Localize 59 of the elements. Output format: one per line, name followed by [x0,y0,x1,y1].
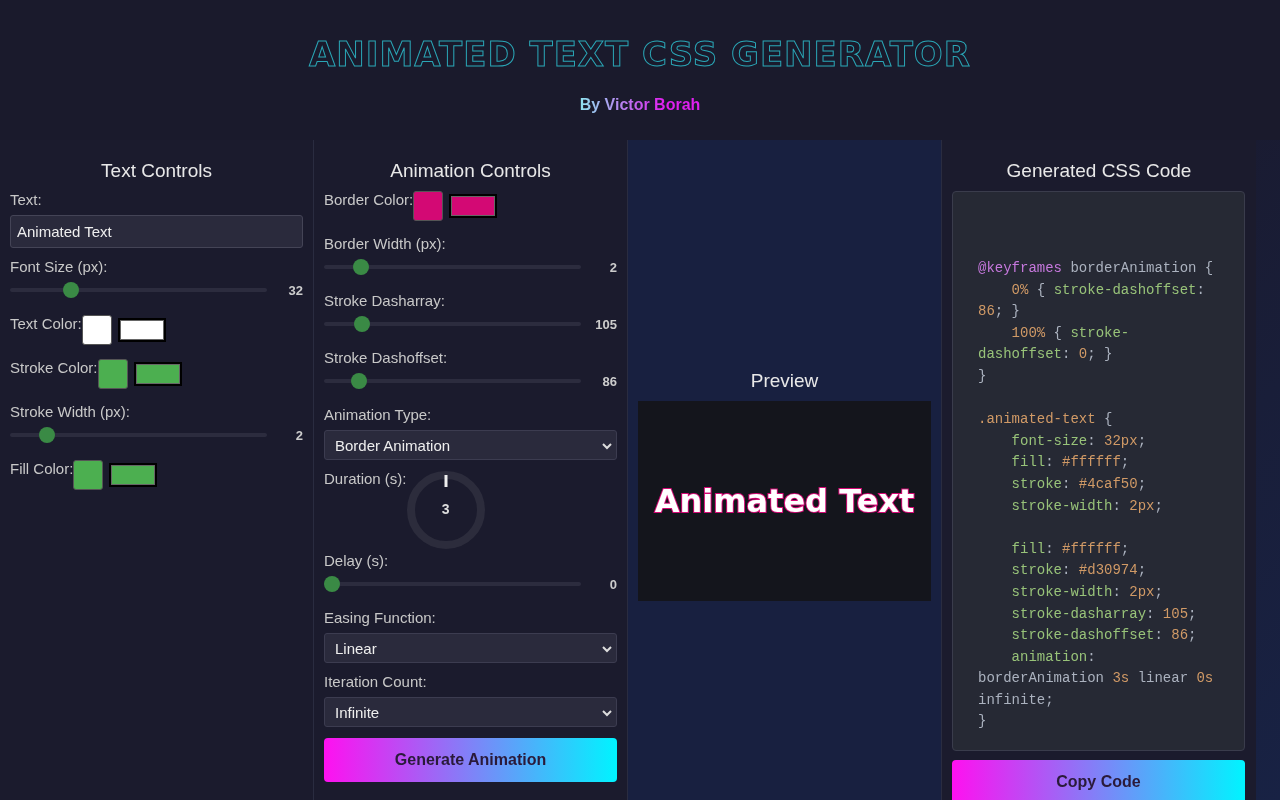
color-label: Fill Color: [10,460,74,477]
color-label: Border Color: [324,191,414,208]
slider-value: 86 [601,373,617,389]
slider-thumb[interactable] [324,576,340,592]
chevron-icon [601,709,613,717]
select-dropdown[interactable]: Linear [324,633,617,663]
slider-thumb[interactable] [38,427,55,443]
copy-button[interactable]: Copy Code [952,760,1245,800]
color-swatch[interactable] [413,191,444,221]
slider-label: Font Size (px): [10,258,109,275]
select-label: Iteration Count: [324,673,428,690]
color-swatch[interactable] [81,315,112,345]
slider-track[interactable] [10,427,267,443]
panel-heading: Generated CSS Code [1005,160,1193,182]
color-label: Stroke Color: [10,359,98,376]
color-swatch[interactable] [97,359,128,389]
select-dropdown[interactable]: Border Animation [324,430,617,460]
code-block: @keyframes borderAnimation { 0% { stroke-dashoffset: 86; } 100% { stroke-dashoffset: 0; } } .animated-text { font-size: 32px; fill: #ffffff; stroke: #4caf50; stroke-width: 2px; fill: #ffffff; stroke: #d30974; stroke-width: 2px; stroke-dasharray: 105; stroke-dashoffset: 86; animation: borderAnimation 3s linear 0s infinite; } [952,191,1245,751]
slider-value: 32 [287,282,303,298]
app-title: ANIMATED TEXT CSS GENERATOR [309,34,971,74]
generate-button[interactable]: Generate Animation [324,738,617,782]
slider-value: 0 [608,576,617,592]
slider-track[interactable] [324,576,581,592]
knob-value: 3 [440,501,451,517]
slider-thumb[interactable] [350,373,367,389]
author-byline: By Victor Borah [579,96,701,114]
slider-label: Stroke Dasharray: [324,292,446,309]
slider-thumb[interactable] [354,316,371,332]
slider-track[interactable] [10,282,267,298]
preview-text: Animated Text [654,482,915,520]
panel-heading: Preview [749,370,820,392]
slider-track[interactable] [324,259,581,275]
slider-label: Stroke Dashoffset: [324,349,449,366]
color-input[interactable] [449,194,498,218]
panel-heading: Text Controls [100,160,213,182]
color-input[interactable] [109,463,158,487]
slider-label: Delay (s): [324,552,390,569]
select-label: Animation Type: [324,406,433,423]
text-input[interactable]: Animated Text [10,215,303,248]
field-label: Text: [10,191,43,208]
panel-heading: Animation Controls [389,160,552,182]
slider-track[interactable] [324,316,581,332]
color-input[interactable] [133,362,182,386]
slider-track[interactable] [324,373,581,389]
color-swatch[interactable] [73,460,104,490]
slider-thumb[interactable] [63,282,79,298]
slider-value: 2 [608,259,617,275]
select-dropdown[interactable]: Infinite [324,697,617,727]
slider-label: Stroke Width (px): [10,403,132,420]
knob-label: Duration (s): [324,470,407,487]
slider-thumb[interactable] [352,259,369,275]
slider-value: 105 [595,316,617,332]
select-label: Easing Function: [324,609,437,626]
color-input[interactable] [117,318,166,342]
slider-value: 2 [294,427,303,443]
chevron-icon [601,442,613,450]
color-label: Text Color: [10,315,82,332]
slider-label: Border Width (px): [324,235,447,252]
chevron-icon [601,645,613,653]
